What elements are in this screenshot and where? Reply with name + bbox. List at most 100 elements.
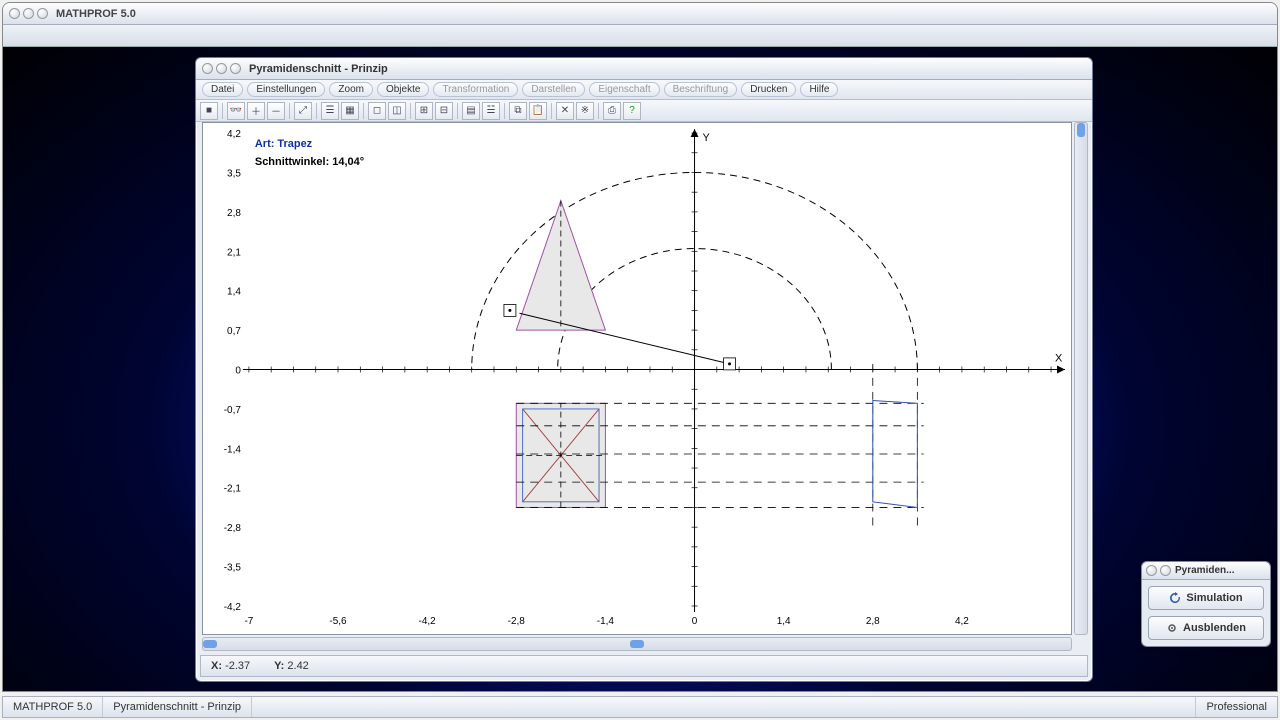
- svg-text:-4,2: -4,2: [224, 602, 242, 613]
- minimize-icon[interactable]: [9, 8, 20, 19]
- panel-min-icon[interactable]: [1146, 565, 1157, 576]
- child-window: Pyramidenschnitt - Prinzip Datei Einstell…: [195, 57, 1093, 682]
- menu-zoom[interactable]: Zoom: [329, 82, 373, 97]
- svg-text:-1,4: -1,4: [224, 444, 242, 455]
- child-window-controls: [202, 63, 241, 74]
- hscroll-thumb-left[interactable]: [203, 640, 217, 648]
- win1-button[interactable]: ◻: [368, 102, 386, 120]
- panel-close-icon[interactable]: [1160, 565, 1171, 576]
- app-body: Pyramidenschnitt - Prinzip Datei Einstell…: [3, 25, 1277, 691]
- menu-eigenschaft: Eigenschaft: [589, 82, 659, 97]
- simulation-button-label: Simulation: [1186, 592, 1242, 604]
- x1-button[interactable]: ✕: [556, 102, 574, 120]
- win2-button[interactable]: ◫: [388, 102, 406, 120]
- svg-text:-5,6: -5,6: [329, 616, 347, 627]
- menu-beschriftung: Beschriftung: [664, 82, 738, 97]
- hide-button[interactable]: Ausblenden: [1148, 616, 1264, 640]
- horizontal-scrollbar[interactable]: [202, 637, 1072, 651]
- panel-body: Simulation Ausblenden: [1142, 580, 1270, 646]
- svg-text:4,2: 4,2: [955, 616, 969, 627]
- x2-button[interactable]: ※: [576, 102, 594, 120]
- svg-text:Schnittwinkel: 14,04°: Schnittwinkel: 14,04°: [255, 156, 364, 168]
- menu-drucken[interactable]: Drucken: [741, 82, 796, 97]
- child-title: Pyramidenschnitt - Prinzip: [249, 63, 388, 75]
- svg-text:-0,7: -0,7: [224, 405, 242, 416]
- cols-button[interactable]: ☱: [482, 102, 500, 120]
- status-spacer: [252, 697, 1195, 717]
- menubar: Datei Einstellungen Zoom Objekte Transformat…: [196, 80, 1092, 100]
- stop-button[interactable]: ■: [200, 102, 218, 120]
- status-cell-doc: Pyramidenschnitt - Prinzip: [103, 697, 252, 717]
- svg-text:-2,1: -2,1: [224, 484, 242, 495]
- toolbar: ■ 👓＋－ ⤢ ☰▦ ◻◫ ⊞⊟ ▤☱ ⧉📋 ✕※ ⎙?: [196, 100, 1092, 122]
- menu-hilfe[interactable]: Hilfe: [800, 82, 838, 97]
- app-statusbar: MATHPROF 5.0 Pyramidenschnitt - Prinzip …: [2, 696, 1278, 718]
- panel-title-text: Pyramiden...: [1175, 565, 1234, 576]
- window-controls: [9, 8, 48, 19]
- svg-text:-1,4: -1,4: [597, 616, 615, 627]
- svg-text:2,8: 2,8: [866, 616, 880, 627]
- svg-text:2,1: 2,1: [227, 247, 241, 258]
- status-y: Y: 2.42: [274, 660, 309, 672]
- svg-text:2,8: 2,8: [227, 208, 241, 219]
- binoculars-button[interactable]: 👓: [227, 102, 245, 120]
- svg-text:0,7: 0,7: [227, 326, 241, 337]
- main-title: MATHPROF 5.0: [56, 8, 136, 20]
- help-button[interactable]: ?: [623, 102, 641, 120]
- plot-svg: X Y -4,2 -3,5 -2,8 -2,1 -1,4 -0,7 0 0,7 1,4 2,1 2,8 3…: [203, 123, 1071, 634]
- menu-transformation: Transformation: [433, 82, 518, 97]
- svg-text:-2,8: -2,8: [224, 523, 242, 534]
- grid2-button[interactable]: ⊟: [435, 102, 453, 120]
- zoom-in-button[interactable]: ＋: [247, 102, 265, 120]
- gear-icon: [1166, 622, 1178, 634]
- plot-canvas[interactable]: X Y -4,2 -3,5 -2,8 -2,1 -1,4 -0,7 0 0,7 1,4 2,1 2,8 3…: [202, 122, 1072, 635]
- child-statusbar: X: -2.37 Y: 2.42: [200, 655, 1088, 677]
- close-icon[interactable]: [37, 8, 48, 19]
- refresh-icon: [1169, 592, 1181, 604]
- svg-text:Y: Y: [703, 132, 711, 144]
- status-cell-edition: Professional: [1195, 697, 1277, 717]
- svg-text:0: 0: [692, 616, 698, 627]
- status-x: X: -2.37: [211, 660, 250, 672]
- props-button[interactable]: ☰: [321, 102, 339, 120]
- main-window: MATHPROF 5.0 Pyramidenschnitt - Prinzip …: [2, 2, 1278, 692]
- copy-button[interactable]: ⧉: [509, 102, 527, 120]
- svg-text:4,2: 4,2: [227, 129, 241, 140]
- panel-controls: [1146, 565, 1171, 576]
- maximize-icon[interactable]: [23, 8, 34, 19]
- zoom-fit-button[interactable]: ⤢: [294, 102, 312, 120]
- svg-text:-3,5: -3,5: [224, 563, 242, 574]
- zoom-out-button[interactable]: －: [267, 102, 285, 120]
- simulation-panel-title[interactable]: Pyramiden...: [1142, 562, 1270, 580]
- child-minimize-icon[interactable]: [202, 63, 213, 74]
- simulation-panel[interactable]: Pyramiden... Simulation Ausblenden: [1141, 561, 1271, 647]
- menu-datei[interactable]: Datei: [202, 82, 243, 97]
- svg-text:-2,8: -2,8: [508, 616, 526, 627]
- svg-text:X: X: [1055, 353, 1063, 365]
- table-button[interactable]: ▤: [462, 102, 480, 120]
- menu-darstellen: Darstellen: [522, 82, 585, 97]
- hscroll-thumb-center[interactable]: [630, 640, 644, 648]
- vscroll-thumb[interactable]: [1077, 123, 1085, 137]
- svg-text:-7: -7: [244, 616, 253, 627]
- layout-button[interactable]: ▦: [341, 102, 359, 120]
- child-close-icon[interactable]: [230, 63, 241, 74]
- svg-text:1,4: 1,4: [227, 287, 241, 298]
- svg-text:1,4: 1,4: [777, 616, 791, 627]
- menu-objekte[interactable]: Objekte: [377, 82, 429, 97]
- clip-button[interactable]: 📋: [529, 102, 547, 120]
- menu-einstellungen[interactable]: Einstellungen: [247, 82, 325, 97]
- svg-text:-4,2: -4,2: [419, 616, 437, 627]
- svg-text:0: 0: [235, 366, 241, 377]
- simulation-button[interactable]: Simulation: [1148, 586, 1264, 610]
- hide-button-label: Ausblenden: [1183, 622, 1246, 634]
- child-titlebar[interactable]: Pyramidenschnitt - Prinzip: [196, 58, 1092, 80]
- main-titlebar[interactable]: MATHPROF 5.0: [3, 3, 1277, 25]
- child-maximize-icon[interactable]: [216, 63, 227, 74]
- grid1-button[interactable]: ⊞: [415, 102, 433, 120]
- vertical-scrollbar[interactable]: [1074, 122, 1088, 635]
- outer-menuband: [3, 25, 1277, 47]
- status-cell-app: MATHPROF 5.0: [3, 697, 103, 717]
- svg-text:3,5: 3,5: [227, 168, 241, 179]
- print-button[interactable]: ⎙: [603, 102, 621, 120]
